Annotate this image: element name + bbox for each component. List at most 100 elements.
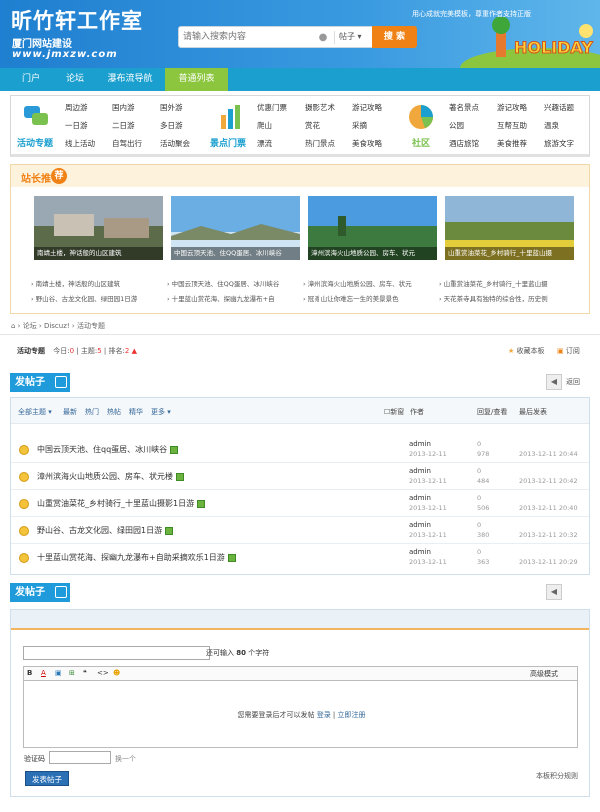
recommend-link[interactable]: › 十里蓝山赏花海、探幽九龙瀑布+自 <box>167 293 297 303</box>
thread-author[interactable]: admin <box>409 521 431 529</box>
home-icon[interactable]: ⌂ <box>11 322 15 330</box>
filter-digest[interactable]: 精华 <box>129 407 143 417</box>
thread-last-post[interactable]: 2013-12-11 20:42 <box>519 477 578 485</box>
search-type-select[interactable]: 帖子 ▾ <box>339 31 362 42</box>
category-link[interactable]: 二日游 <box>112 120 135 131</box>
category-link[interactable]: 一日游 <box>65 120 88 131</box>
category-link[interactable]: 美食推荐 <box>497 138 527 149</box>
thread-last-post[interactable]: 2013-12-11 20:32 <box>519 531 578 539</box>
recommend-photo[interactable]: 南靖土楼，神话般的山区建筑 <box>34 196 163 260</box>
thread-last-post[interactable]: 2013-12-11 20:29 <box>519 558 578 566</box>
credit-rules-link[interactable]: 本板积分规则 <box>536 771 578 781</box>
filter-more[interactable]: 更多 ▾ <box>151 407 171 417</box>
recommend-photo[interactable]: 中国云顶天池、住QQ蛋居、冰川峡谷 <box>171 196 300 260</box>
filter-latest[interactable]: 最新 <box>63 407 77 417</box>
category-link[interactable]: 酒店旅馆 <box>449 138 479 149</box>
thread-last-post[interactable]: 2013-12-11 20:40 <box>519 504 578 512</box>
category-link[interactable]: 活动聚会 <box>160 138 190 149</box>
category-link[interactable]: 赏花 <box>305 120 320 131</box>
table-icon[interactable]: ⊞ <box>69 669 75 677</box>
quote-icon[interactable]: ❝ <box>83 669 87 677</box>
category-link[interactable]: 摄影艺术 <box>305 102 335 113</box>
category-link[interactable]: 热门景点 <box>305 138 335 149</box>
font-color-icon[interactable]: A <box>41 669 46 677</box>
category-link[interactable]: 游记攻略 <box>497 102 527 113</box>
category-link[interactable]: 互帮互助 <box>497 120 527 131</box>
category-community-label[interactable]: 社区 <box>412 136 430 149</box>
category-link[interactable]: 兴趣话题 <box>544 102 574 113</box>
microphone-icon[interactable]: ● <box>318 31 328 44</box>
captcha-refresh-link[interactable]: 换一个 <box>115 754 136 764</box>
category-link[interactable]: 旅游文字 <box>544 138 574 149</box>
recommend-link[interactable]: › 南靖土楼，神话般的山区建筑 <box>31 278 161 288</box>
category-link[interactable]: 优惠门票 <box>257 102 287 113</box>
captcha-input[interactable] <box>49 751 111 764</box>
image-icon[interactable]: ▣ <box>55 669 62 677</box>
breadcrumb-item[interactable]: 活动专题 <box>77 322 105 330</box>
submit-post-button[interactable]: 发表帖子 <box>25 771 69 786</box>
breadcrumb-item[interactable]: Discuz! <box>44 322 70 330</box>
code-icon[interactable]: <> <box>97 669 109 677</box>
nav-item-list[interactable]: 普通列表 <box>165 68 228 91</box>
category-link[interactable]: 多日游 <box>160 120 183 131</box>
new-post-button[interactable]: 发帖子 <box>10 373 70 392</box>
search-button[interactable]: 搜 索 <box>372 26 417 48</box>
back-arrow-button[interactable]: ◀ <box>546 374 562 390</box>
thread-title[interactable]: 漳州滨海火山地质公园、房车、状元楼 <box>37 471 184 482</box>
filter-hot[interactable]: 热门 <box>85 407 99 417</box>
recommend-photo[interactable]: 漳州滨海火山地质公园、房车、状元 <box>308 196 437 260</box>
thread-author[interactable]: admin <box>409 440 431 448</box>
new-window-toggle[interactable]: ☐新窗 <box>384 407 404 417</box>
recommend-link[interactable]: › 天花茶寺具有独特的综合性，历史例 <box>439 293 579 303</box>
category-link[interactable]: 国外游 <box>160 102 183 113</box>
thread-title[interactable]: 山重赏油菜花_乡村骑行_十里蓝山摄影1日游 <box>37 498 206 509</box>
recommend-link[interactable]: › 冠豸山让你难忘一生的美景景色 <box>303 293 435 303</box>
thread-author[interactable]: admin <box>409 494 431 502</box>
category-link[interactable]: 公园 <box>449 120 464 131</box>
category-link[interactable]: 周边游 <box>65 102 88 113</box>
category-link[interactable]: 著名景点 <box>449 102 479 113</box>
recommend-link[interactable]: › 漳州滨海火山地质公园、房车、状元 <box>303 278 435 288</box>
breadcrumb-item[interactable]: 论坛 <box>23 322 37 330</box>
advanced-mode-link[interactable]: 高级模式 <box>530 669 558 679</box>
thread-author[interactable]: admin <box>409 467 431 475</box>
subject-input[interactable] <box>23 646 210 660</box>
back-arrow-button[interactable]: ◀ <box>546 584 562 600</box>
smiley-icon[interactable]: ☻ <box>113 669 120 677</box>
favorite-button[interactable]: ★ 收藏本板 <box>508 346 545 356</box>
subscribe-button[interactable]: ▣ 订阅 <box>557 346 580 356</box>
category-link[interactable]: 漂流 <box>257 138 272 149</box>
category-link[interactable]: 国内游 <box>112 102 135 113</box>
bold-icon[interactable]: B <box>27 669 32 677</box>
category-link[interactable]: 温泉 <box>544 120 559 131</box>
filter-hot-posts[interactable]: 热帖 <box>107 407 121 417</box>
category-link[interactable]: 爬山 <box>257 120 272 131</box>
back-label[interactable]: 返回 <box>566 377 580 387</box>
nav-item-portal[interactable]: 门户 <box>12 68 50 91</box>
recommend-photo[interactable]: 山重赏油菜花_乡村骑行_十里蓝山摄 <box>445 196 574 260</box>
nav-item-waterfall[interactable]: 瀑布流导航 <box>99 68 161 91</box>
recommend-link[interactable]: › 中国云顶天池、住QQ蛋居、冰川峡谷 <box>167 278 297 288</box>
site-title[interactable]: 昕竹轩工作室 <box>11 5 143 35</box>
category-link[interactable]: 美食攻略 <box>352 138 382 149</box>
thread-title[interactable]: 野山谷、古龙文化园、绿田园1日游 <box>37 525 174 536</box>
message-textarea[interactable]: 您需要登录后才可以发帖 登录 | 立即注册 <box>23 680 578 748</box>
thread-title[interactable]: 中国云顶天池、住qq蛋居、冰川峡谷 <box>37 444 179 455</box>
recommend-link[interactable]: › 野山谷、古龙文化园、绿田园1日游 <box>31 293 161 303</box>
recommend-link[interactable]: › 山重赏油菜花_乡村骑行_十里蓝山摄 <box>439 278 579 288</box>
thread-author[interactable]: admin <box>409 548 431 556</box>
category-tickets-label[interactable]: 景点门票 <box>210 136 246 149</box>
category-link[interactable]: 线上活动 <box>65 138 95 149</box>
thread-last-post[interactable]: 2013-12-11 20:44 <box>519 450 578 458</box>
thread-title[interactable]: 十里蓝山赏花海、探幽九龙瀑布+自助采摘欢乐1日游 <box>37 552 236 563</box>
register-link[interactable]: 立即注册 <box>338 711 366 719</box>
login-link[interactable]: 登录 <box>317 711 331 719</box>
category-link[interactable]: 自驾出行 <box>112 138 142 149</box>
new-post-button[interactable]: 发帖子 <box>10 583 70 602</box>
category-activity-label[interactable]: 活动专题 <box>17 136 53 149</box>
nav-item-forum[interactable]: 论坛 <box>56 68 94 91</box>
filter-all[interactable]: 全部主题 ▾ <box>18 407 52 417</box>
category-link[interactable]: 游记攻略 <box>352 102 382 113</box>
category-link[interactable]: 采摘 <box>352 120 367 131</box>
search-input[interactable] <box>183 29 313 45</box>
